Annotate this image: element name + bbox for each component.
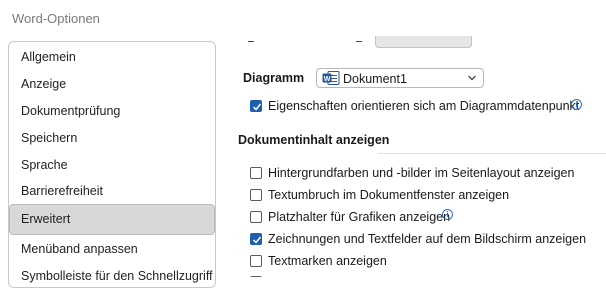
sidebar-item-menueband-anpassen[interactable]: Menüband anpassen: [10, 235, 214, 263]
sidebar-item-label: Menüband anpassen: [21, 242, 138, 256]
sidebar-item-label: Sprache: [21, 158, 68, 172]
svg-text:W: W: [324, 76, 331, 83]
sidebar-item-label: Speichern: [21, 131, 78, 145]
picture-placeholders-checkbox[interactable]: [250, 211, 262, 223]
title-bar: Word-Optionen: [0, 0, 606, 36]
text-wrap-label: Textumbruch im Dokumentfenster anzeigen: [268, 188, 510, 202]
sidebar-item-anzeige[interactable]: Anzeige: [10, 70, 214, 98]
section-divider: [378, 153, 606, 154]
sidebar-item-label: Barrierefreiheit: [21, 184, 103, 198]
chart-datapoint-label: Eigenschaften orientieren sich am Diagra…: [268, 99, 580, 113]
info-icon[interactable]: i: [571, 99, 582, 110]
drawings-textboxes-checkbox[interactable]: [250, 233, 262, 245]
sidebar-item-label: Allgemein: [21, 50, 76, 64]
sidebar-item-sprache[interactable]: Sprache: [10, 151, 214, 179]
sidebar-item-label: Dokumentprüfung: [21, 104, 121, 118]
section-title-document-content: Dokumentinhalt anzeigen: [238, 133, 390, 147]
sidebar-item-label: Symbolleiste für den Schnellzugriff: [21, 269, 213, 283]
chevron-down-icon: [467, 71, 477, 90]
chart-datapoint-checkbox[interactable]: [250, 100, 262, 112]
options-content: Diagramm W Dokument1 Eigenschaften orien…: [228, 36, 606, 277]
sidebar-item-label: Erweitert: [21, 212, 71, 226]
sidebar-item-barrierefreiheit[interactable]: Barrierefreiheit: [10, 177, 214, 205]
drawings-textboxes-label: Zeichnungen und Textfelder auf dem Bilds…: [268, 232, 587, 246]
sidebar-item-dokumentpruefung[interactable]: Dokumentprüfung: [10, 97, 214, 125]
sidebar-item-speichern[interactable]: Speichern: [10, 124, 214, 152]
bookmarks-label: Textmarken anzeigen: [268, 254, 387, 268]
sidebar-item-allgemein[interactable]: Allgemein: [10, 43, 214, 71]
options-sidebar: Allgemein Anzeige Dokumentprüfung Speich…: [8, 41, 216, 288]
picture-placeholders-label: Platzhalter für Grafiken anzeigen: [268, 210, 451, 224]
diagram-label: Diagramm: [243, 71, 305, 85]
background-colors-checkbox[interactable]: [250, 167, 262, 179]
clipped-dropdown[interactable]: [375, 36, 472, 48]
diagram-select-value: Dokument1: [343, 72, 407, 86]
sidebar-item-schnellzugriff[interactable]: Symbolleiste für den Schnellzugriff: [10, 262, 214, 287]
info-icon[interactable]: i: [442, 209, 453, 220]
word-document-icon: W: [322, 71, 340, 90]
window-title: Word-Optionen: [12, 11, 100, 26]
sidebar-item-label: Anzeige: [21, 77, 67, 91]
background-colors-label: Hintergrundfarben und -bilder im Seitenl…: [268, 166, 575, 180]
diagram-document-select[interactable]: W Dokument1: [316, 68, 484, 88]
text-wrap-checkbox[interactable]: [250, 189, 262, 201]
sidebar-item-erweitert[interactable]: Erweitert: [9, 204, 215, 235]
bookmarks-checkbox[interactable]: [250, 255, 262, 267]
